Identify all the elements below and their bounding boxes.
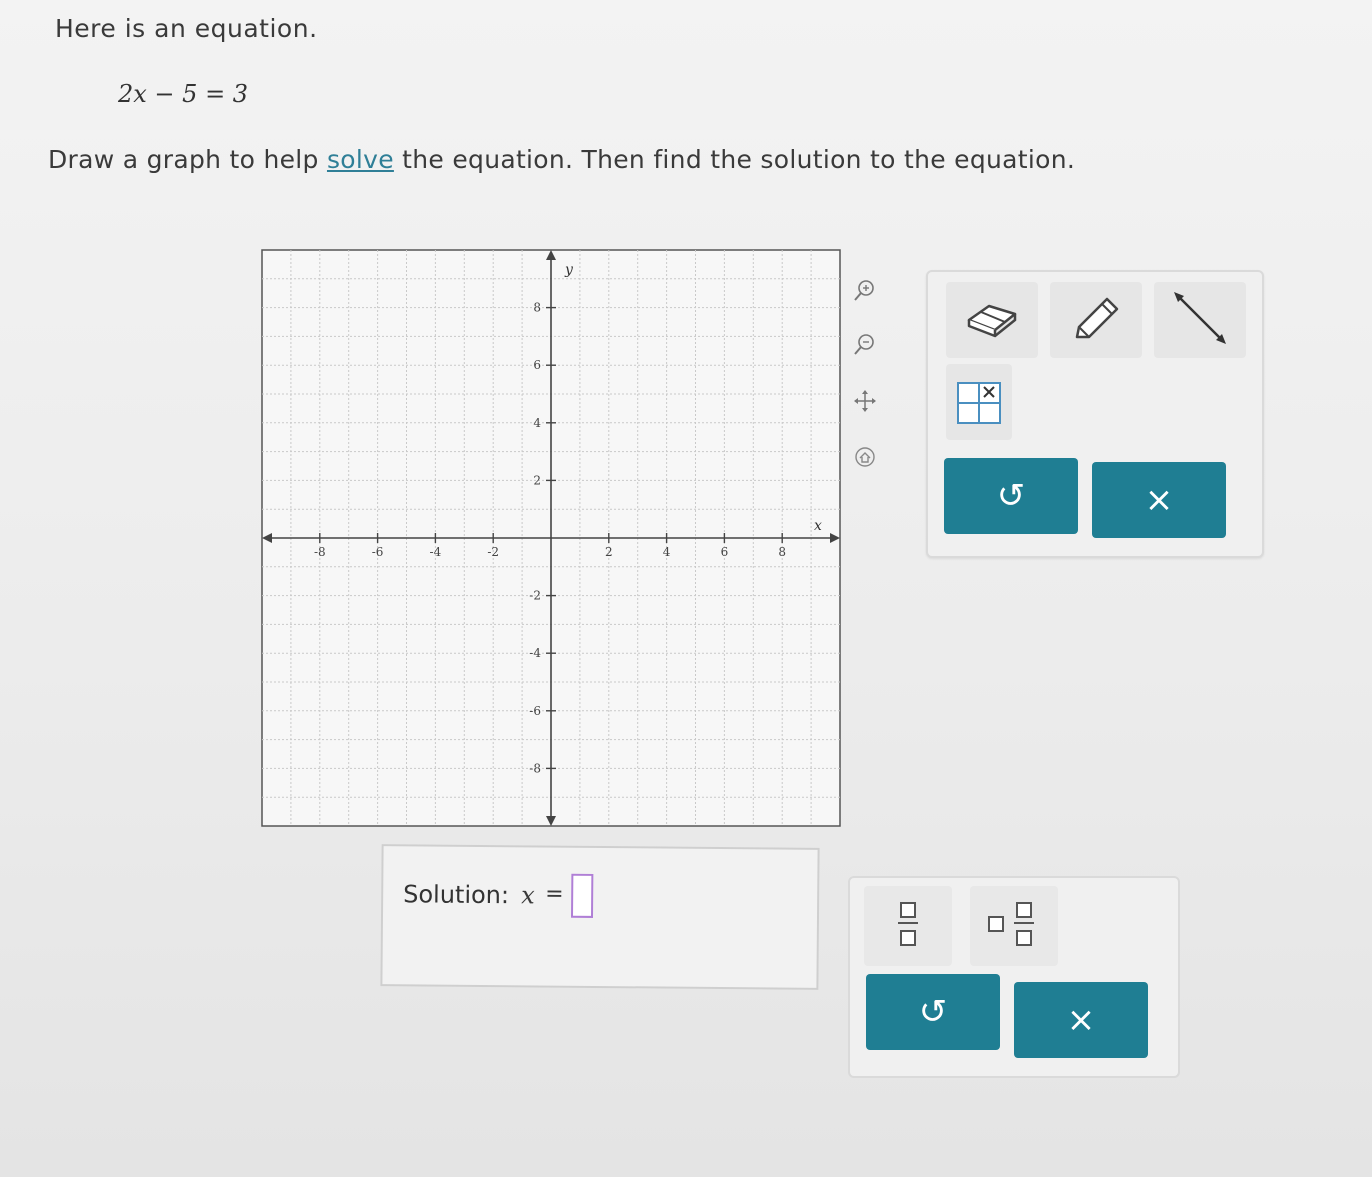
- instruction-text: Draw a graph to help solve the equation.…: [48, 145, 1075, 174]
- clear-icon: ×: [1066, 1000, 1096, 1040]
- y-tick-label: 4: [533, 416, 541, 430]
- coordinate-grid[interactable]: -8 -6 -4 -2 2 4 6 8 8 6 4 2 -2 -4 -6 -8 x y: [258, 246, 844, 830]
- undo-icon: ↺: [918, 992, 948, 1032]
- zoom-in-icon[interactable]: [850, 276, 880, 306]
- zoom-out-icon[interactable]: [850, 330, 880, 360]
- instruction-before: Draw a graph to help: [48, 145, 327, 174]
- graph-area[interactable]: -8 -6 -4 -2 2 4 6 8 8 6 4 2 -2 -4 -6 -8 x y: [258, 246, 844, 830]
- line-tool-button[interactable]: [1154, 282, 1246, 358]
- solution-label: Solution:: [403, 880, 510, 910]
- y-tick-label: -8: [529, 761, 541, 775]
- x-tick-label: -4: [430, 545, 442, 559]
- y-tick-label: 6: [533, 358, 541, 372]
- answer-undo-button[interactable]: ↺: [866, 974, 1000, 1050]
- x-tick-label: 4: [663, 545, 671, 559]
- solution-input[interactable]: [570, 873, 594, 918]
- mixed-number-button[interactable]: [970, 886, 1058, 966]
- answer-tool-panel: ↺ ×: [848, 876, 1180, 1078]
- x-tick-label: -6: [372, 545, 384, 559]
- move-icon[interactable]: [850, 386, 880, 416]
- y-tick-label: -2: [529, 589, 541, 603]
- intro-text: Here is an equation.: [55, 14, 318, 43]
- pencil-tool-button[interactable]: [1050, 282, 1142, 358]
- equation: 2x − 5 = 3: [118, 80, 249, 108]
- fraction-button[interactable]: [864, 886, 952, 966]
- instruction-after: the equation. Then find the solution to …: [393, 145, 1076, 174]
- answer-clear-button[interactable]: ×: [1014, 982, 1148, 1058]
- solution-box: Solution: x =: [380, 844, 820, 990]
- line-segment-icon: [1170, 288, 1230, 352]
- table-icon: [954, 375, 1004, 429]
- x-axis-label: x: [814, 518, 822, 534]
- y-tick-label: 2: [533, 473, 541, 487]
- clear-icon: ×: [1144, 480, 1174, 520]
- undo-icon: ↺: [996, 476, 1026, 516]
- home-icon[interactable]: [850, 442, 880, 472]
- x-tick-label: 2: [605, 545, 613, 559]
- x-tick-label: 6: [721, 545, 729, 559]
- x-tick-label: -8: [314, 545, 326, 559]
- y-tick-label: 8: [533, 301, 541, 315]
- y-axis-label: y: [564, 262, 574, 278]
- solve-link[interactable]: solve: [327, 145, 394, 174]
- x-tick-label: 8: [778, 545, 786, 559]
- solution-variable: x: [521, 881, 535, 910]
- eraser-icon: [963, 298, 1021, 342]
- y-tick-label: -6: [529, 704, 541, 718]
- table-tool-button[interactable]: [946, 364, 1012, 440]
- pencil-icon: [1069, 293, 1123, 347]
- x-tick-label: -2: [487, 545, 499, 559]
- y-tick-label: -4: [529, 646, 541, 660]
- graph-clear-button[interactable]: ×: [1092, 462, 1226, 538]
- eraser-tool-button[interactable]: [946, 282, 1038, 358]
- graph-undo-button[interactable]: ↺: [944, 458, 1078, 534]
- solution-equals: =: [545, 881, 564, 907]
- graph-tool-panel: ↺ ×: [926, 270, 1264, 558]
